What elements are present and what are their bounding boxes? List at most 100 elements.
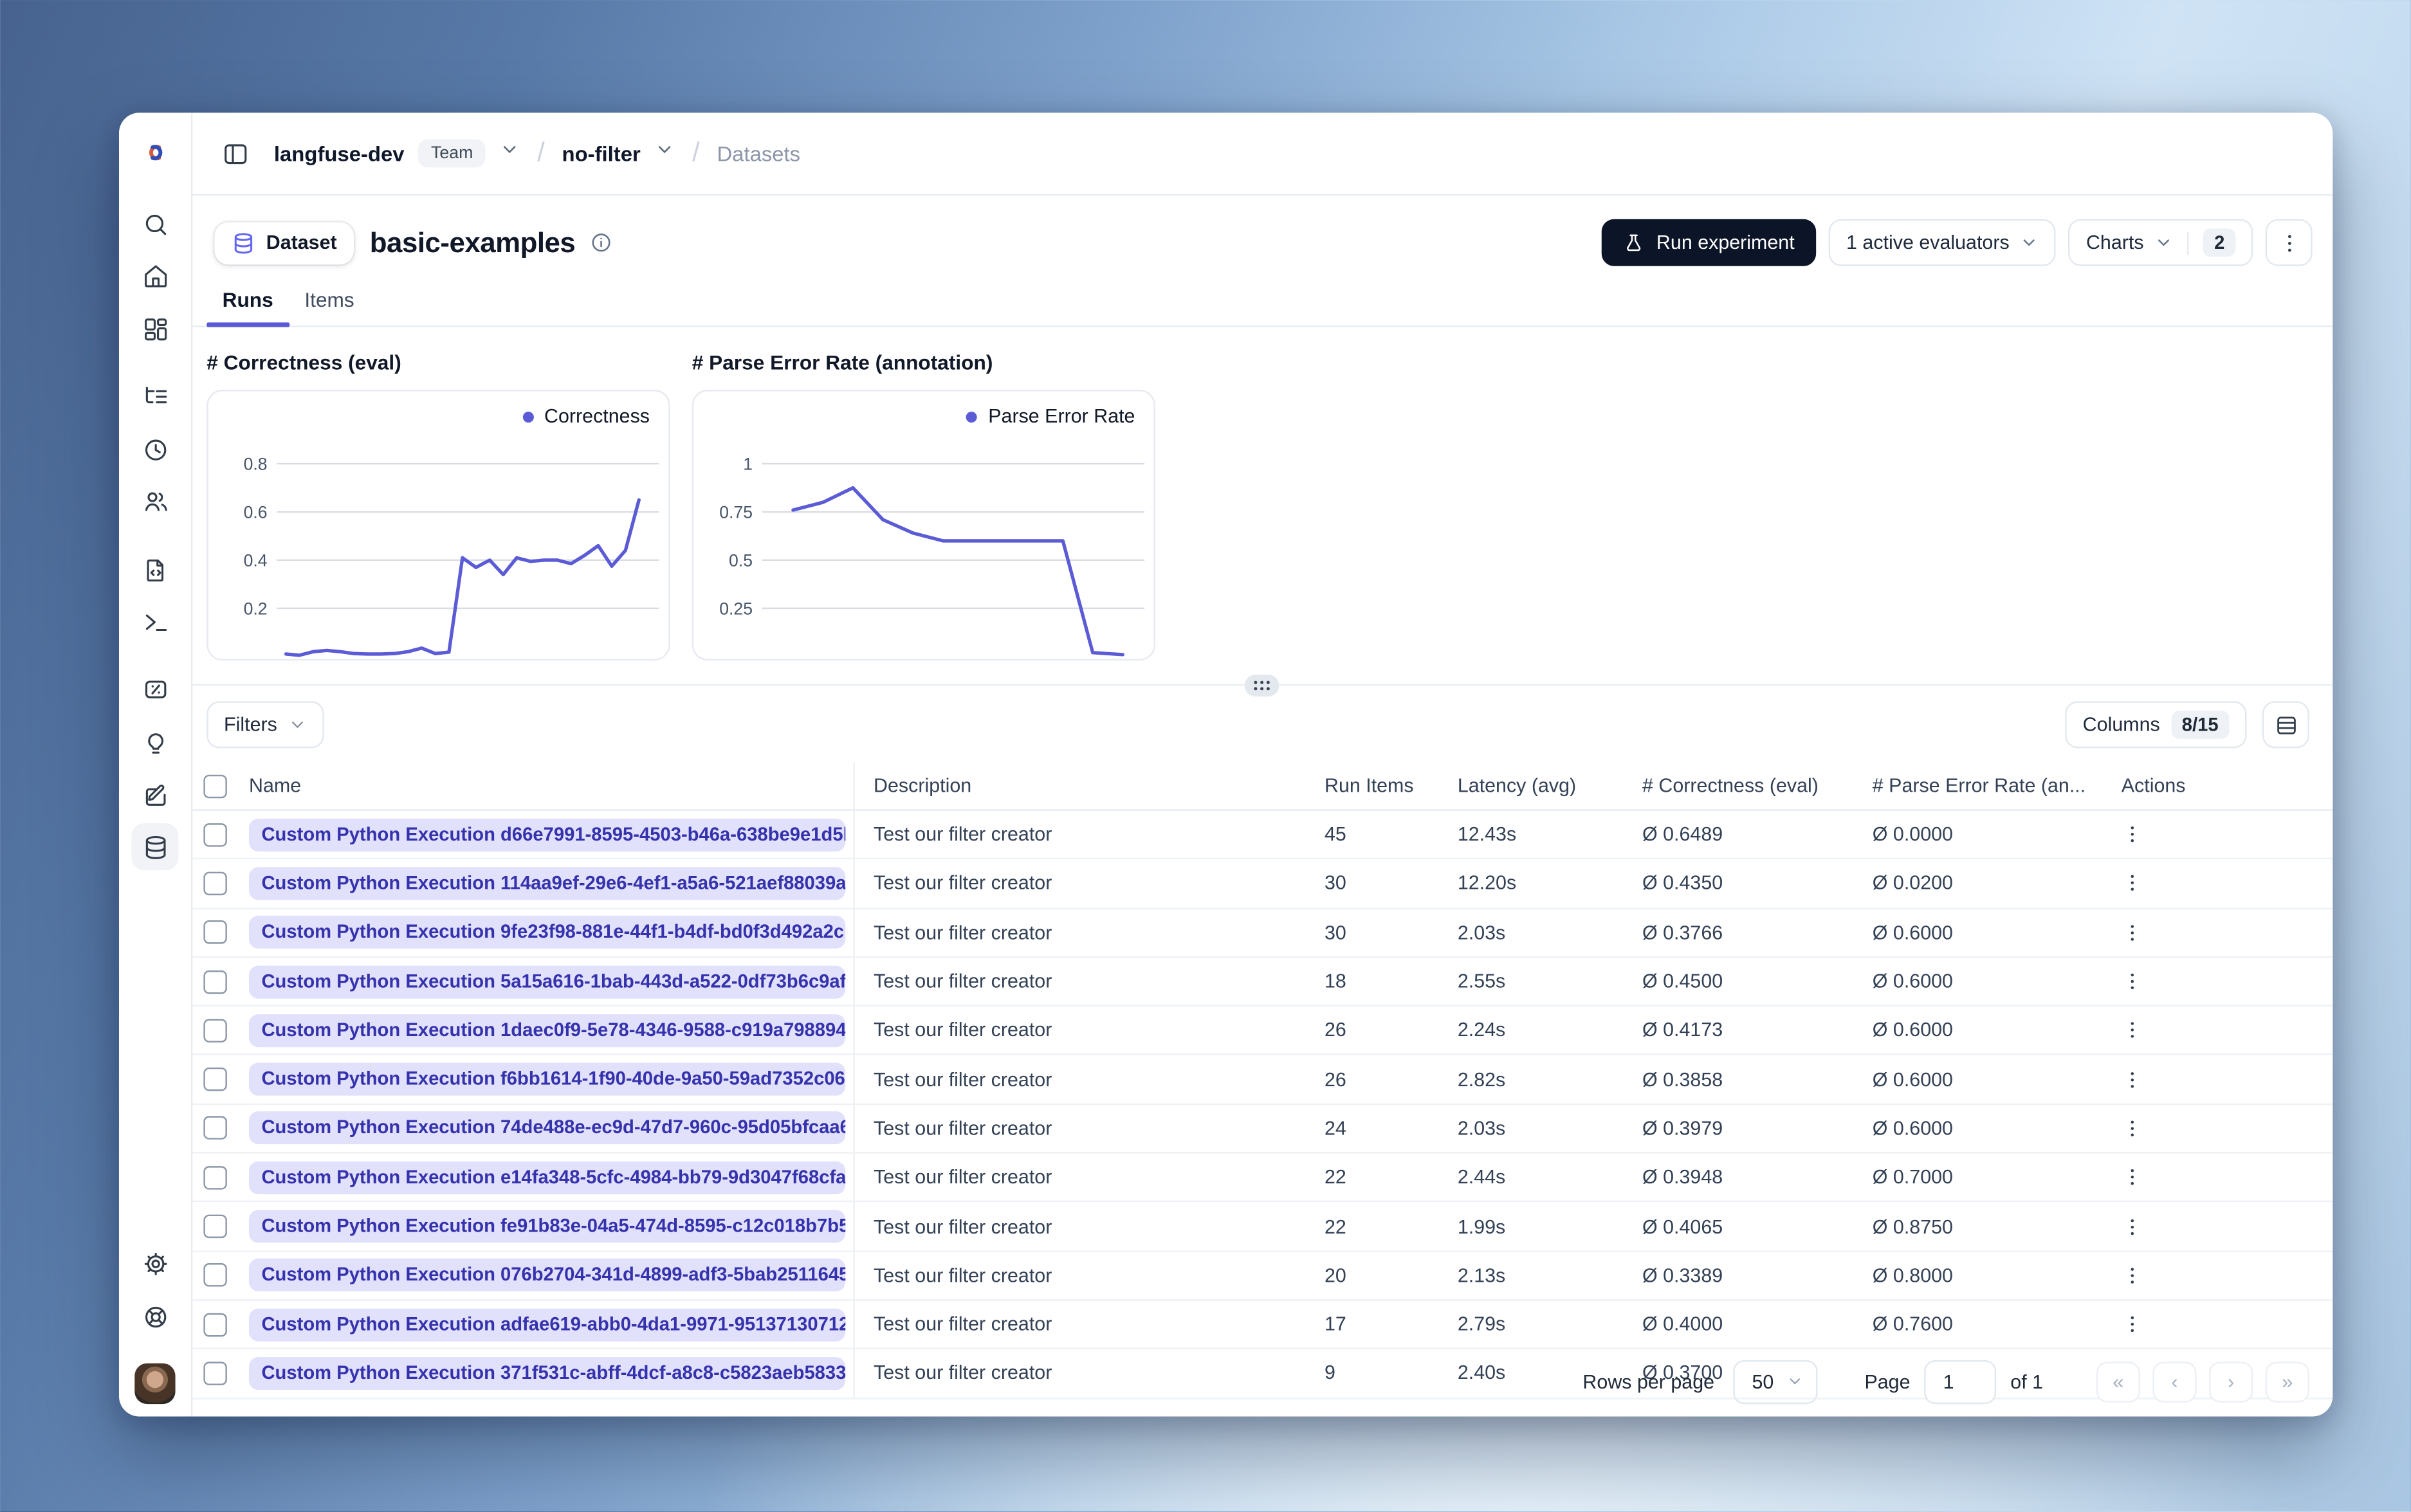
run-name-link[interactable]: Custom Python Execution e14fa348-5cfc-49… [248, 1161, 846, 1194]
row-kebab-button[interactable] [2122, 1313, 2143, 1335]
row-checkbox[interactable] [203, 1312, 227, 1336]
database-icon[interactable] [131, 823, 179, 871]
table-row[interactable]: Custom Python Execution 74de488e-ec9d-47… [192, 1104, 2333, 1154]
row-checkbox[interactable] [203, 969, 227, 994]
run-name-link[interactable]: Custom Python Execution 74de488e-ec9d-47… [248, 1112, 846, 1145]
terminal-icon[interactable] [131, 598, 178, 645]
tab-runs[interactable]: Runs [206, 280, 289, 327]
home-icon[interactable] [131, 252, 178, 299]
dashboard-icon[interactable] [131, 305, 178, 352]
database-icon [234, 232, 253, 253]
column-header-run-items[interactable]: Run Items [1325, 762, 1458, 809]
row-checkbox[interactable] [203, 1165, 227, 1189]
row-checkbox[interactable] [203, 1018, 227, 1043]
column-header-correctness[interactable]: # Correctness (eval) [1642, 762, 1873, 809]
filters-button[interactable]: Filters [206, 701, 324, 749]
table-row[interactable]: Custom Python Execution 076b2704-341d-48… [192, 1252, 2333, 1301]
row-checkbox[interactable] [203, 871, 227, 895]
row-height-button[interactable] [2262, 701, 2309, 749]
table-row[interactable]: Custom Python Execution adfae619-abb0-4d… [192, 1300, 2333, 1350]
chevron-down-icon[interactable] [500, 140, 520, 168]
table-row[interactable]: Custom Python Execution 9fe23f98-881e-44… [192, 909, 2333, 958]
table-row[interactable]: Custom Python Execution f6bb1614-1f90-40… [192, 1055, 2333, 1105]
file-code-icon[interactable] [131, 546, 178, 593]
table-toolbar: Filters Columns 8/15 [192, 686, 2333, 762]
users-icon[interactable] [131, 477, 178, 524]
run-name-link[interactable]: Custom Python Execution 5a15a616-1bab-44… [248, 965, 846, 998]
support-lifebuoy-icon[interactable] [131, 1293, 178, 1340]
table-row[interactable]: Custom Python Execution fe91b83e-04a5-47… [192, 1203, 2333, 1252]
search-icon[interactable] [131, 201, 178, 248]
prev-page-button[interactable]: ‹ [2152, 1361, 2197, 1402]
page-number-input[interactable] [1924, 1359, 1997, 1403]
chevron-down-icon[interactable] [655, 140, 675, 168]
row-kebab-button[interactable] [2122, 1019, 2143, 1041]
columns-button[interactable]: Columns 8/15 [2065, 701, 2247, 749]
column-header-latency[interactable]: Latency (avg) [1458, 762, 1642, 809]
run-name-link[interactable]: Custom Python Execution fe91b83e-04a5-47… [248, 1210, 846, 1243]
table-row[interactable]: Custom Python Execution e14fa348-5cfc-49… [192, 1153, 2333, 1203]
row-kebab-button[interactable] [2122, 970, 2143, 992]
settings-gear-icon[interactable] [131, 1240, 178, 1287]
info-icon[interactable] [591, 232, 613, 253]
panel-left-icon[interactable] [217, 136, 252, 171]
row-checkbox[interactable] [203, 1263, 227, 1288]
score-percent-icon[interactable] [131, 665, 178, 712]
run-description: Test our filter creator [874, 970, 1052, 993]
button-divider [2187, 230, 2190, 255]
first-page-button[interactable]: « [2096, 1361, 2140, 1402]
row-kebab-button[interactable] [2122, 1167, 2143, 1189]
row-kebab-button[interactable] [2122, 873, 2143, 895]
charts-dropdown[interactable]: Charts 2 [2069, 219, 2253, 266]
rows-per-page-select[interactable]: 50 [1733, 1359, 1818, 1403]
drag-handle-icon[interactable] [1244, 674, 1279, 697]
chart-title: # Correctness (eval) [206, 351, 401, 374]
run-name-link[interactable]: Custom Python Execution 114aa9ef-29e6-4e… [248, 867, 846, 900]
run-name-link[interactable]: Custom Python Execution d66e7991-8595-45… [248, 817, 846, 852]
run-description: Test our filter creator [874, 1019, 1052, 1042]
row-checkbox[interactable] [203, 1214, 227, 1239]
run-name-link[interactable]: Custom Python Execution f6bb1614-1f90-40… [248, 1062, 846, 1096]
column-header-name[interactable]: Name [244, 762, 855, 810]
annotation-pen-icon[interactable] [131, 772, 178, 819]
org-name[interactable]: langfuse-dev [274, 141, 405, 165]
row-kebab-button[interactable] [2122, 922, 2143, 943]
table-row[interactable]: Custom Python Execution 114aa9ef-29e6-4e… [192, 859, 2333, 909]
row-checkbox[interactable] [203, 823, 227, 846]
row-kebab-button[interactable] [2122, 1264, 2143, 1286]
user-avatar[interactable] [134, 1363, 176, 1405]
langfuse-logo[interactable] [131, 129, 178, 176]
next-page-button[interactable]: › [2209, 1361, 2253, 1402]
row-kebab-button[interactable] [2122, 824, 2143, 846]
table-row[interactable]: Custom Python Execution 1daec0f9-5e78-43… [192, 1006, 2333, 1056]
evaluators-dropdown[interactable]: 1 active evaluators [1829, 219, 2057, 266]
row-checkbox[interactable] [203, 1068, 227, 1091]
run-name-link[interactable]: Custom Python Execution 1daec0f9-5e78-43… [248, 1014, 846, 1047]
column-header-parse-error[interactable]: # Parse Error Rate (an... [1873, 762, 2103, 809]
run-name-link[interactable]: Custom Python Execution adfae619-abb0-4d… [248, 1307, 846, 1341]
legend-label: Correctness [544, 405, 650, 428]
row-kebab-button[interactable] [2122, 1216, 2143, 1237]
header-kebab-button[interactable] [2265, 219, 2313, 266]
table-row[interactable]: Custom Python Execution d66e7991-8595-45… [192, 810, 2333, 860]
run-latency-value: 2.03s [1457, 921, 1506, 943]
table-row[interactable]: Custom Python Execution 5a15a616-1bab-44… [192, 958, 2333, 1007]
run-experiment-button[interactable]: Run experiment [1601, 219, 1817, 266]
breadcrumb-section[interactable]: Datasets [717, 141, 800, 165]
column-header-description[interactable]: Description [855, 762, 1325, 809]
row-kebab-button[interactable] [2122, 1068, 2143, 1090]
run-name-link[interactable]: Custom Python Execution 076b2704-341d-48… [248, 1259, 846, 1292]
row-checkbox[interactable] [203, 920, 227, 945]
clock-icon[interactable] [131, 426, 178, 473]
tracing-tree-icon[interactable] [131, 372, 178, 419]
run-parse-error-value: Ø 0.8000 [1872, 1264, 1953, 1287]
tab-items[interactable]: Items [289, 280, 370, 326]
row-kebab-button[interactable] [2122, 1118, 2143, 1140]
project-name[interactable]: no-filter [562, 141, 641, 165]
lightbulb-icon[interactable] [131, 720, 178, 767]
select-all-checkbox[interactable] [203, 774, 227, 798]
row-checkbox[interactable] [203, 1116, 227, 1140]
run-name-link[interactable]: Custom Python Execution 9fe23f98-881e-44… [248, 916, 846, 949]
last-page-button[interactable]: » [2265, 1361, 2309, 1402]
desktop-background: langfuse-dev Team / no-filter / Datasets… [0, 0, 2411, 1512]
